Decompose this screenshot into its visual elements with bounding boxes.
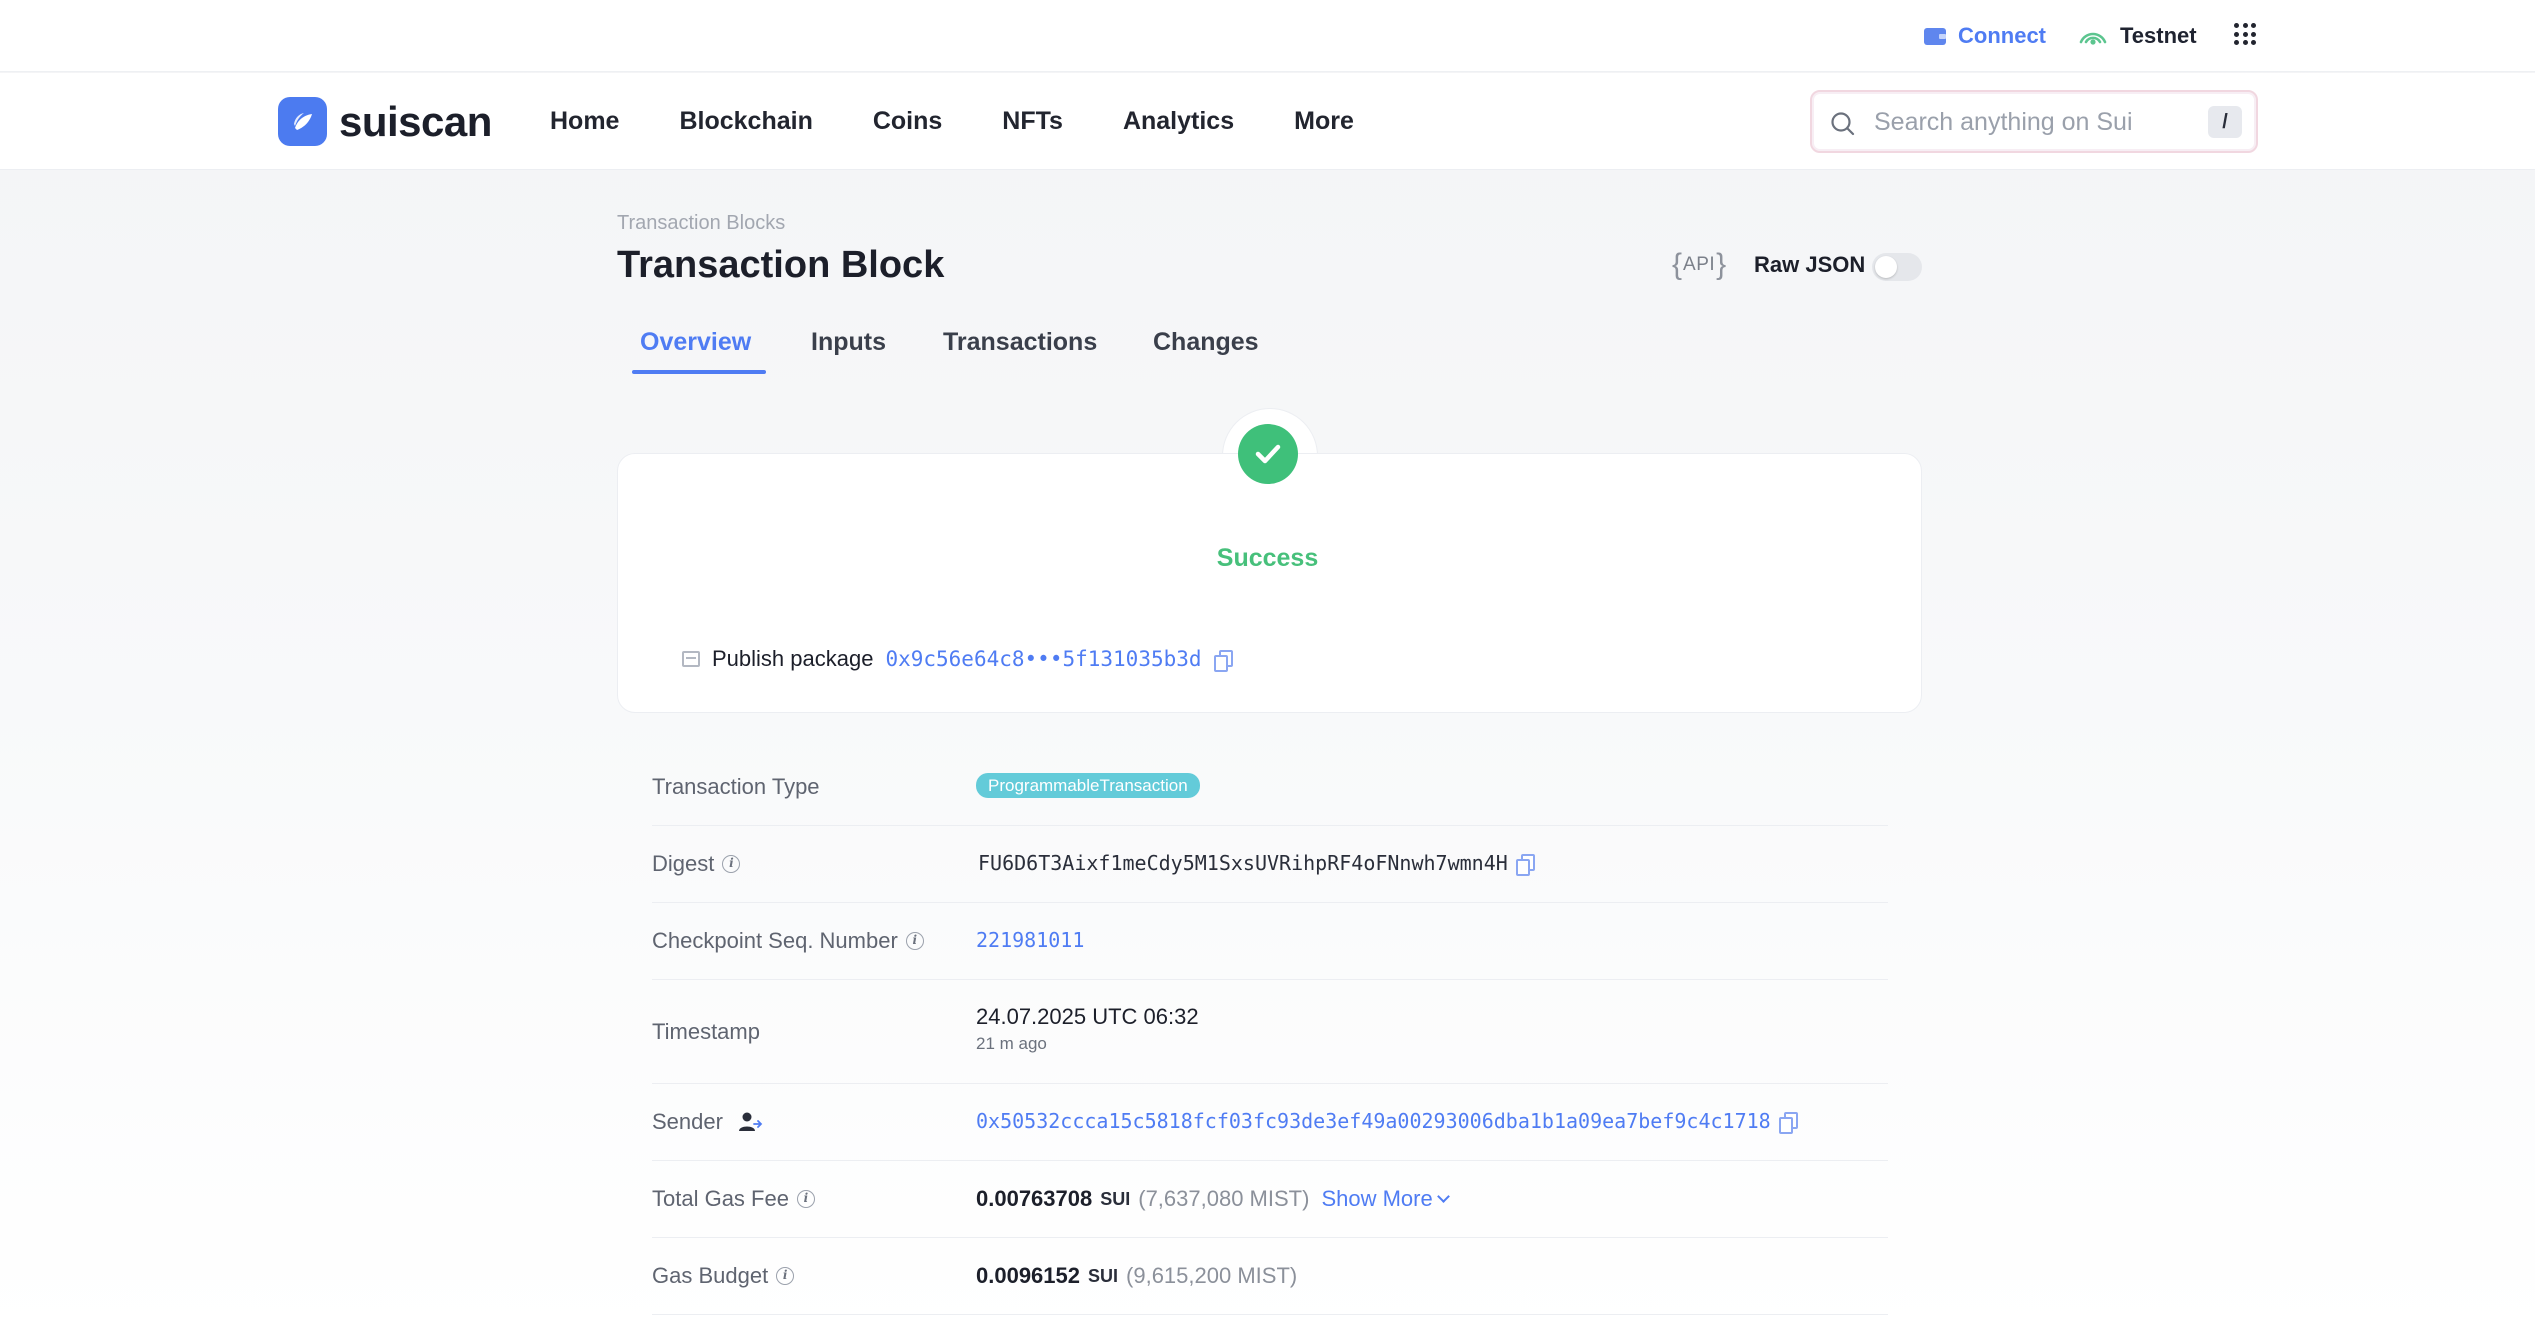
sender-label-text: Sender [652,1109,723,1134]
success-check-icon [1238,424,1298,484]
nav-coins[interactable]: Coins [873,101,942,141]
timestamp-label-text: Timestamp [652,1019,760,1044]
page-title: Transaction Block [617,244,945,286]
api-brace-close: } [1716,248,1727,281]
network-selector[interactable]: Testnet [2078,20,2197,52]
main-navbar: suiscan Home Blockchain Coins NFTs Analy… [0,73,2535,170]
info-icon[interactable]: i [776,1267,795,1285]
apps-grid-icon[interactable] [2234,23,2256,45]
transaction-type-label: Transaction Type [652,774,820,800]
row-digest: Digest i FU6D6T3Aixf1meCdy5M1SxsUVRihpRF… [652,826,1888,903]
row-checkpoint: Checkpoint Seq. Number i 221981011 [652,903,1888,980]
gas-fee-amount: 0.00763708 [976,1186,1093,1211]
digest-label-text: Digest [652,851,715,876]
api-brace-open: { [1672,248,1683,281]
checkpoint-label: Checkpoint Seq. Number i [652,928,924,954]
sender-value: 0x50532ccca15c5818fcf03fc93de3ef49a00293… [976,1109,1798,1134]
search-input[interactable] [1874,102,2194,142]
tab-overview[interactable]: Overview [640,320,751,376]
tab-transactions[interactable]: Transactions [943,320,1097,376]
sender-label: Sender [652,1109,763,1135]
transaction-type-badge: ProgrammableTransaction [976,773,1200,798]
gas-budget-value: 0.0096152 SUI (9,615,200 MIST) [976,1263,1297,1289]
search-shortcut-key: / [2208,106,2242,138]
nav-blockchain[interactable]: Blockchain [679,101,812,141]
gas-budget-label-text: Gas Budget [652,1263,769,1288]
connect-wallet-button[interactable]: Connect [1924,22,2046,50]
active-tab-indicator [632,370,766,374]
row-transaction-type: Transaction Type ProgrammableTransaction [652,748,1888,826]
gas-budget-label: Gas Budget i [652,1263,795,1289]
tab-changes[interactable]: Changes [1153,320,1259,376]
publish-label: Publish package [712,646,874,671]
checkpoint-label-text: Checkpoint Seq. Number [652,928,898,953]
timestamp-relative: 21 m ago [976,1034,1047,1053]
breadcrumb[interactable]: Transaction Blocks [617,212,785,235]
info-icon[interactable]: i [796,1190,815,1208]
network-signal-icon [2079,32,2107,45]
copy-digest-icon[interactable] [1515,853,1535,876]
timestamp-value: 24.07.2025 UTC 06:32 21 m ago [976,1004,1199,1054]
gas-budget-mist: (9,615,200 MIST) [1126,1263,1298,1288]
logo-text: suiscan [339,97,492,145]
gas-fee-label-text: Total Gas Fee [652,1186,789,1211]
tab-inputs[interactable]: Inputs [811,320,886,376]
gas-fee-value: 0.00763708 SUI (7,637,080 MIST) Show Mor… [976,1186,1450,1212]
package-icon [682,651,700,667]
wallet-icon [1924,27,1946,45]
user-icon [738,1112,763,1131]
info-icon[interactable]: i [905,932,924,950]
gas-fee-label: Total Gas Fee i [652,1186,815,1212]
nav-nfts[interactable]: NFTs [1002,101,1063,141]
gas-budget-amount: 0.0096152 [976,1263,1080,1288]
info-icon[interactable]: i [722,855,741,873]
copy-sender-icon[interactable] [1778,1111,1798,1134]
api-link[interactable]: { API } [1672,248,1726,282]
network-label: Testnet [2120,23,2197,48]
show-more-label: Show More [1321,1186,1433,1211]
status-label: Success [1216,544,1319,572]
copy-package-id-icon[interactable] [1213,649,1233,672]
row-timestamp: Timestamp 24.07.2025 UTC 06:32 21 m ago [652,980,1888,1084]
suiscan-logo[interactable]: suiscan [278,97,492,146]
digest-label: Digest i [652,851,741,877]
checkpoint-value: 221981011 [976,928,1084,952]
digest-value: FU6D6T3Aixf1meCdy5M1SxsUVRihpRF4oFNnwh7w… [978,851,1535,876]
main-menu: Home Blockchain Coins NFTs Analytics Mor… [550,101,1354,141]
raw-json-toggle[interactable] [1872,253,1922,281]
nav-more[interactable]: More [1294,101,1354,141]
gas-fee-unit: SUI [1100,1188,1131,1209]
connect-label: Connect [1958,23,2046,48]
gas-budget-unit: SUI [1088,1265,1119,1286]
row-gas-budget: Gas Budget i 0.0096152 SUI (9,615,200 MI… [652,1238,1888,1315]
top-utility-bar: Connect Testnet [0,0,2535,72]
api-label: API [1683,254,1716,275]
show-more-button[interactable]: Show More [1321,1186,1450,1212]
publish-package-row: Publish package 0x9c56e64c8•••5f131035b3… [682,646,1233,672]
timestamp-text: 24.07.2025 UTC 06:32 [976,1004,1199,1029]
transaction-type-value: ProgrammableTransaction [976,773,1200,798]
gas-fee-mist: (7,637,080 MIST) [1138,1186,1310,1211]
toggle-knob [1875,256,1897,278]
nav-home[interactable]: Home [550,101,619,141]
search-box: / [1810,90,2258,153]
search-icon [1831,112,1855,136]
chevron-down-icon [1436,1189,1450,1203]
sender-address-link[interactable]: 0x50532ccca15c5818fcf03fc93de3ef49a00293… [976,1109,1771,1133]
suiscan-logo-icon [278,97,327,146]
timestamp-label: Timestamp [652,1019,760,1045]
package-id-link[interactable]: 0x9c56e64c8•••5f131035b3d [885,647,1201,671]
checkpoint-link[interactable]: 221981011 [976,928,1084,952]
row-sender: Sender 0x50532ccca15c5818fcf03fc93de3ef4… [652,1084,1888,1161]
row-gas-fee: Total Gas Fee i 0.00763708 SUI (7,637,08… [652,1161,1888,1238]
transaction-type-label-text: Transaction Type [652,774,820,799]
raw-json-label: Raw JSON [1754,252,1866,277]
digest-text: FU6D6T3Aixf1meCdy5M1SxsUVRihpRF4oFNnwh7w… [978,851,1508,875]
nav-analytics[interactable]: Analytics [1123,101,1234,141]
